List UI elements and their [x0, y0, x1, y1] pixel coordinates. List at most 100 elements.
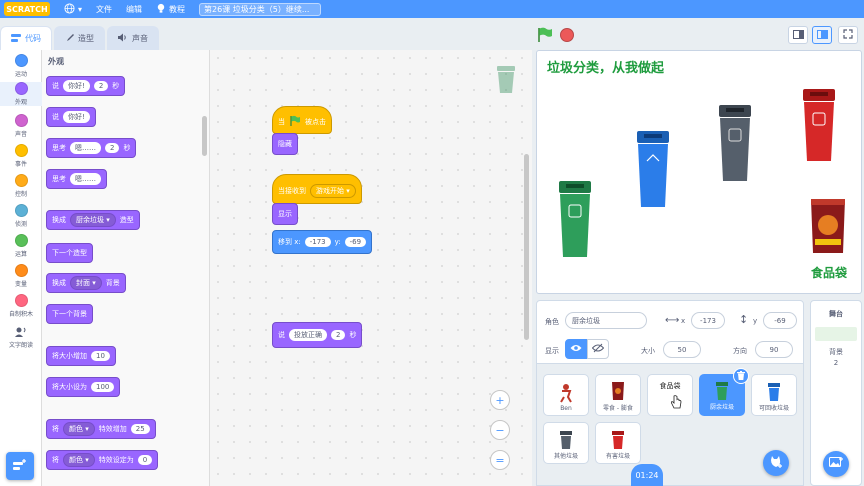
- tab-sounds[interactable]: 声音: [107, 26, 159, 50]
- say-message-input[interactable]: 你好!: [63, 111, 90, 123]
- block-set-size[interactable]: 将大小设为 100: [46, 377, 121, 397]
- show-sprite-toggle[interactable]: [565, 339, 587, 359]
- block-change-size[interactable]: 将大小增加 10: [46, 346, 116, 366]
- when-i-receive-block[interactable]: 当接收到 游戏开始 ▾: [272, 174, 362, 204]
- zoom-in-button[interactable]: +: [490, 390, 510, 410]
- set-effect-input[interactable]: 0: [137, 455, 153, 465]
- eye-slash-icon: [591, 343, 605, 355]
- project-title-input[interactable]: 第26课 垃圾分类（5）继续...: [199, 2, 322, 16]
- cat-plus-icon: [769, 455, 783, 472]
- block-next-backdrop[interactable]: 下一个背景: [46, 304, 93, 324]
- scratch-logo[interactable]: SCRATCH: [4, 2, 50, 16]
- show-block[interactable]: 显示: [272, 203, 298, 225]
- costume-dropdown[interactable]: 厨余垃圾 ▾: [70, 213, 116, 227]
- stage-selector-panel[interactable]: 舞台 背景 2: [810, 300, 862, 486]
- direction-label: 方向: [733, 347, 747, 355]
- block-set-effect[interactable]: 将 颜色 ▾ 特效设定为 0: [46, 450, 159, 470]
- category-sound[interactable]: 声音: [0, 114, 42, 138]
- language-menu[interactable]: ▾: [64, 2, 82, 16]
- when-flag-clicked-block[interactable]: 当 被点击: [272, 106, 332, 134]
- other-waste-bin-sprite[interactable]: [717, 105, 753, 183]
- say-message-input[interactable]: 你好!: [63, 80, 90, 92]
- block-say-for-secs[interactable]: 说 你好! 2 秒: [46, 76, 126, 96]
- effect-dropdown[interactable]: 颜色 ▾: [63, 422, 95, 436]
- tab-code[interactable]: 代码: [0, 26, 52, 50]
- size-input[interactable]: 50: [663, 341, 701, 358]
- goto-x-input[interactable]: -173: [304, 237, 331, 247]
- sprite-thumb-ben[interactable]: Ben: [543, 374, 589, 416]
- small-stage-button[interactable]: [788, 26, 808, 44]
- stage-canvas[interactable]: 垃圾分类，从我做起 食品袋: [536, 50, 862, 294]
- block-switch-costume[interactable]: 换成 厨余垃圾 ▾ 造型: [46, 210, 140, 230]
- sprite-name-input[interactable]: 厨余垃圾: [565, 312, 647, 329]
- backdrop-dropdown[interactable]: 封面 ▾: [70, 276, 102, 290]
- choose-backdrop-button[interactable]: [823, 451, 849, 477]
- stop-button[interactable]: [560, 28, 574, 42]
- choose-sprite-button[interactable]: [763, 450, 789, 476]
- stage-backdrop-thumbnail[interactable]: [815, 327, 857, 341]
- change-size-input[interactable]: 10: [91, 351, 110, 361]
- block-next-costume[interactable]: 下一个造型: [46, 243, 93, 263]
- file-menu[interactable]: 文件: [96, 4, 112, 15]
- y-position-input[interactable]: -69: [763, 312, 797, 329]
- tab-costumes[interactable]: 造型: [54, 26, 105, 50]
- category-control[interactable]: 控制: [0, 174, 42, 198]
- block-think[interactable]: 思考 嗯……: [46, 169, 107, 189]
- think-message-input[interactable]: 嗯……: [70, 142, 101, 154]
- think-message-input[interactable]: 嗯……: [70, 173, 101, 185]
- edit-menu[interactable]: 编辑: [126, 4, 142, 15]
- block-say[interactable]: 说 你好!: [46, 107, 96, 127]
- green-flag-button[interactable]: [536, 26, 554, 46]
- tutorial-menu[interactable]: 教程: [156, 3, 185, 16]
- say-secs-input[interactable]: 2: [331, 330, 346, 340]
- stage-sprite-label: 食品袋: [810, 266, 847, 280]
- category-events[interactable]: 事件: [0, 144, 42, 168]
- sprite-thumb-recyclable[interactable]: 可回收垃圾: [751, 374, 797, 416]
- hand-cursor-icon: [670, 395, 682, 411]
- category-operators[interactable]: 运算: [0, 234, 42, 258]
- kitchen-waste-bin-sprite[interactable]: [557, 181, 593, 259]
- snack-bag-sprite[interactable]: [809, 197, 847, 257]
- hide-sprite-toggle[interactable]: [587, 339, 609, 359]
- goto-y-input[interactable]: -69: [344, 237, 367, 247]
- direction-input[interactable]: 90: [755, 341, 793, 358]
- say-message-input[interactable]: 投放正确: [289, 329, 327, 341]
- script-workspace[interactable]: 当 被点击 隐藏 当接收到 游戏开始 ▾ 显示 移到 x: -173 y: -6…: [210, 50, 532, 486]
- hazardous-waste-bin-sprite[interactable]: [801, 89, 837, 163]
- go-to-xy-block[interactable]: 移到 x: -173 y: -69: [272, 230, 373, 254]
- say-secs-input[interactable]: 2: [93, 81, 109, 91]
- broadcast-dropdown[interactable]: 游戏开始 ▾: [310, 184, 356, 198]
- palette-scrollbar[interactable]: [202, 116, 207, 156]
- sprite-thumb-snack[interactable]: 零食 - 膨食: [595, 374, 641, 416]
- hide-block[interactable]: 隐藏: [272, 133, 298, 155]
- change-effect-input[interactable]: 25: [130, 424, 150, 434]
- delete-sprite-button[interactable]: [733, 368, 749, 384]
- add-extension-button[interactable]: [6, 452, 34, 480]
- category-variables[interactable]: 变量: [0, 264, 42, 288]
- category-text-to-speech[interactable]: 文字朗读: [0, 326, 42, 349]
- category-sensing[interactable]: 侦测: [0, 204, 42, 228]
- think-secs-input[interactable]: 2: [105, 143, 120, 153]
- sprite-thumb-food-bag[interactable]: 食品袋: [647, 374, 693, 416]
- zoom-reset-button[interactable]: =: [490, 450, 510, 470]
- category-motion[interactable]: 运动: [0, 54, 42, 78]
- category-my-blocks[interactable]: 自制积木: [0, 294, 42, 318]
- block-think-for-secs[interactable]: 思考 嗯…… 2 秒: [46, 138, 137, 158]
- effect-dropdown[interactable]: 颜色 ▾: [63, 453, 95, 467]
- block-categories: 运动 外观 声音 事件 控制 侦测 运算 变量 自制积木 文字朗读: [0, 50, 42, 486]
- say-for-secs-block[interactable]: 说 投放正确 2 秒: [272, 322, 363, 348]
- block-switch-backdrop[interactable]: 换成 封面 ▾ 背景: [46, 273, 126, 293]
- fullscreen-button[interactable]: [838, 26, 858, 44]
- recyclable-bin-sprite[interactable]: [635, 131, 671, 209]
- sprite-thumb-hazardous[interactable]: 有害垃圾: [595, 422, 641, 464]
- tutorial-label: 教程: [169, 4, 186, 14]
- sprite-thumb-other-waste[interactable]: 其他垃圾: [543, 422, 589, 464]
- block-change-effect[interactable]: 将 颜色 ▾ 特效增加 25: [46, 419, 156, 439]
- category-looks[interactable]: 外观: [0, 82, 42, 106]
- workspace-vertical-scrollbar[interactable]: [524, 154, 529, 340]
- zoom-out-button[interactable]: −: [490, 420, 510, 440]
- green-flag-icon: [289, 115, 301, 129]
- x-position-input[interactable]: -173: [691, 312, 725, 329]
- normal-stage-button[interactable]: [812, 26, 832, 44]
- set-size-input[interactable]: 100: [91, 382, 115, 392]
